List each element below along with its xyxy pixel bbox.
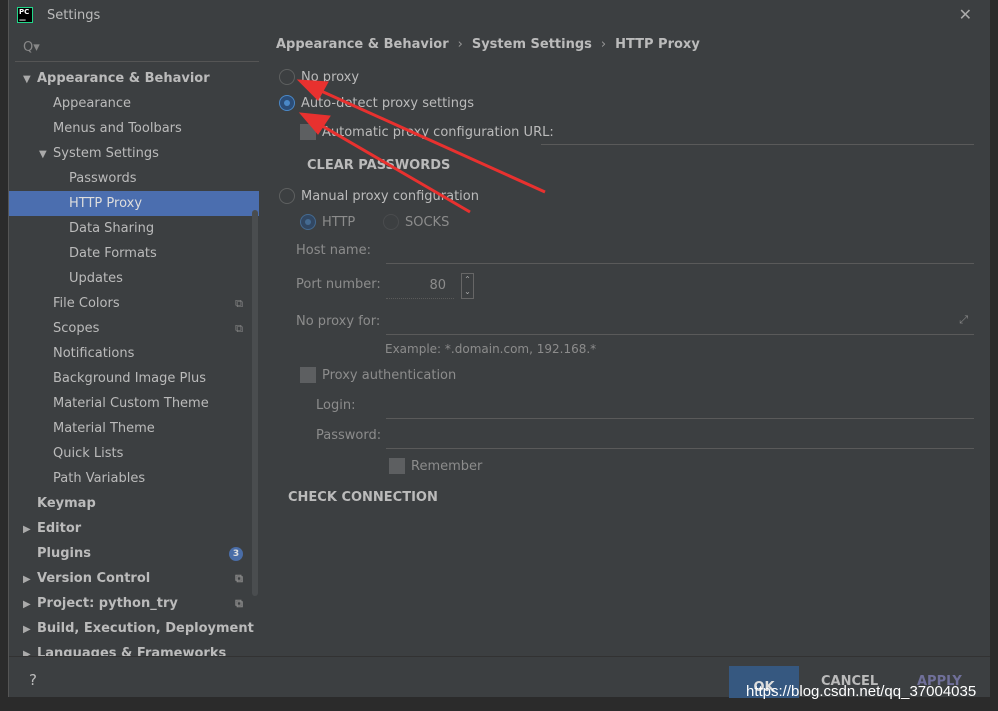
annotation-arrows [296,79,546,214]
arrowhead [296,79,329,101]
watermark: https://blog.csdn.net/qq_37004035 [746,683,977,700]
annotation-arrow-auto-detect [311,118,471,214]
arrowhead [298,112,331,135]
